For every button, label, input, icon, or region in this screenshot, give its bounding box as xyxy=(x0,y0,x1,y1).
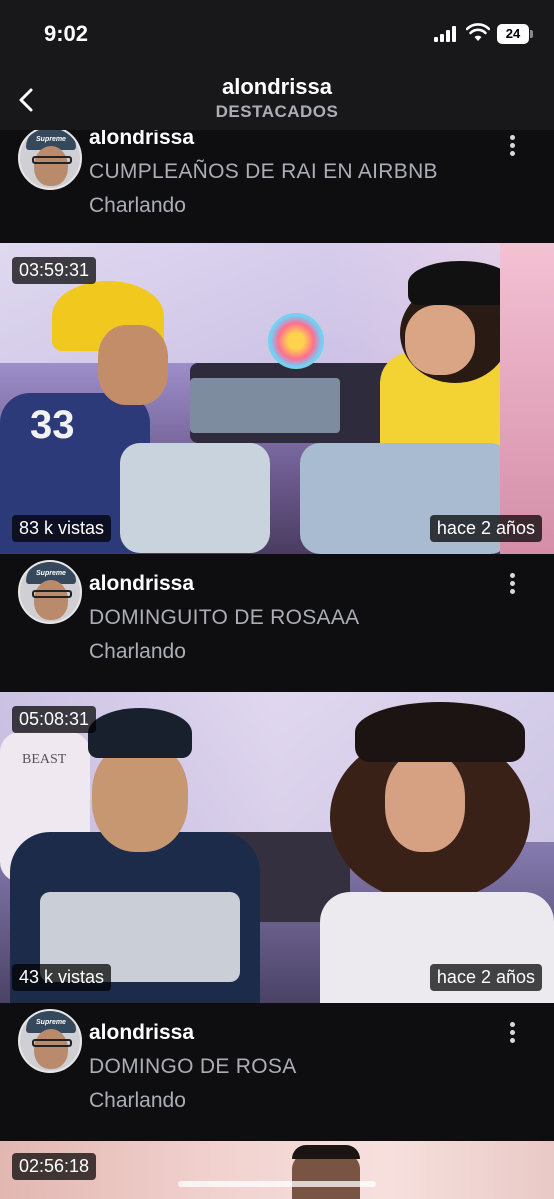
category-link[interactable]: Charlando xyxy=(89,194,186,218)
channel-name[interactable]: alondrissa xyxy=(89,572,194,596)
views-badge: 83 k vistas xyxy=(12,515,112,542)
views-badge: 43 k vistas xyxy=(12,964,112,991)
age-badge: hace 2 años xyxy=(429,515,542,542)
wifi-icon xyxy=(466,23,490,41)
avatar[interactable]: Supreme xyxy=(18,560,82,624)
page-title: alondrissa xyxy=(221,74,333,99)
more-options-button[interactable] xyxy=(500,132,524,162)
age-badge: hace 2 años xyxy=(429,964,542,991)
cellular-signal-icon xyxy=(434,26,456,42)
duration-badge: 02:56:18 xyxy=(12,1153,97,1180)
video-thumbnail[interactable]: 33 03:59:31 83 k vistas hace 2 años xyxy=(0,243,554,554)
avatar[interactable]: Supreme xyxy=(18,1009,82,1073)
avatar[interactable]: Supreme xyxy=(18,130,82,190)
header: alondrissa DESTACADOS xyxy=(0,66,554,130)
stream-title[interactable]: DOMINGO DE ROSA xyxy=(89,1055,297,1079)
home-indicator[interactable] xyxy=(178,1181,376,1187)
video-thumbnail[interactable]: BEAST 05:08:31 43 k vistas hace 2 años xyxy=(0,692,554,1003)
duration-badge: 03:59:31 xyxy=(12,257,97,284)
stream-title[interactable]: CUMPLEAÑOS DE RAI EN AIRBNB xyxy=(89,160,438,184)
status-time: 9:02 xyxy=(44,21,89,46)
battery-level: 24 xyxy=(497,24,529,44)
highlights-feed[interactable]: Supreme alondrissa CUMPLEAÑOS DE RAI EN … xyxy=(0,130,554,1199)
video-thumbnail[interactable]: 02:56:18 xyxy=(0,1141,554,1199)
channel-name[interactable]: alondrissa xyxy=(89,130,194,150)
category-link[interactable]: Charlando xyxy=(89,1089,186,1113)
channel-name[interactable]: alondrissa xyxy=(89,1021,194,1045)
more-options-button[interactable] xyxy=(500,1019,524,1049)
category-link[interactable]: Charlando xyxy=(89,640,186,664)
status-bar: 9:02 24 xyxy=(0,0,554,66)
video-info[interactable]: Supreme alondrissa DOMINGUITO DE ROSAAA … xyxy=(0,554,554,692)
more-options-button[interactable] xyxy=(500,570,524,600)
page-subtitle: DESTACADOS xyxy=(215,102,339,121)
duration-badge: 05:08:31 xyxy=(12,706,97,733)
stream-title[interactable]: DOMINGUITO DE ROSAAA xyxy=(89,606,359,630)
battery-icon: 24 xyxy=(497,24,533,44)
video-info[interactable]: Supreme alondrissa CUMPLEAÑOS DE RAI EN … xyxy=(0,130,554,243)
video-info[interactable]: Supreme alondrissa DOMINGO DE ROSA Charl… xyxy=(0,1003,554,1141)
